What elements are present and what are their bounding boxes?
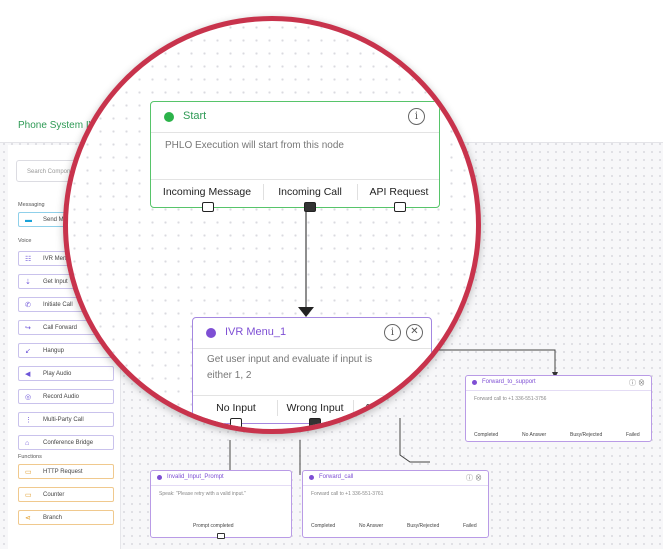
connector-handle-no-input[interactable] [230,418,242,428]
port-incoming-message[interactable]: Incoming Message [155,180,259,204]
node-invalid-input-prompt[interactable]: Invalid_Input_Prompt Speak: "Please retr… [150,470,292,539]
node-description-line2: either 1, 2 [207,370,252,381]
port-no-input[interactable]: No Input [199,396,273,420]
node-start[interactable]: Start i PHLO Execution will start from t… [150,101,440,212]
port-option-2[interactable]: 2 [386,396,410,420]
node-ivr-menu[interactable]: IVR Menu_1 i ✕ Get user input and evalua… [192,317,432,428]
connector-handle-incoming-call[interactable] [304,202,316,212]
node-description: Forward call to +1 336-551-3761 [311,491,384,497]
node-description: Speak: "Please retry with a valid input.… [159,491,246,497]
info-close-icons[interactable]: ⓘ ⊗ [629,378,645,388]
node-description-line1: Get user input and evaluate if input is [207,354,373,365]
connector-handle-option-2[interactable] [392,418,404,428]
port-failed[interactable]: Failed [626,432,640,438]
node-title: Start [183,110,207,122]
info-icon[interactable]: i [408,108,425,125]
node-forward-call[interactable]: Forward_call ⓘ ⊗ Forward call to +1 336-… [302,470,489,538]
port-no-answer[interactable]: No Answer [522,432,546,438]
connector-handle-incoming-message[interactable] [202,202,214,212]
status-dot [157,475,162,480]
connector-handle-option-1[interactable] [362,418,374,428]
node-title: IVR Menu_1 [225,326,287,338]
port-completed[interactable]: Completed [311,523,335,529]
status-dot [309,475,314,480]
node-forward-to-support[interactable]: Forward_to_support ⓘ ⊗ Forward call to +… [465,375,652,442]
status-dot [164,112,174,122]
port-completed[interactable]: Completed [474,432,498,438]
magnifier-lens: Start i PHLO Execution will start from t… [63,16,481,434]
connector-handle[interactable] [217,533,225,539]
port-wrong-input[interactable]: Wrong Input [279,396,351,420]
port-no-answer[interactable]: No Answer [359,523,383,529]
port-bar: Incoming Message Incoming Call API Reque… [151,179,439,204]
status-dot [206,328,216,338]
node-description: PHLO Execution will start from this node [165,140,344,151]
port-option-1[interactable]: 1 [356,396,380,420]
node-title: Forward_to_support [482,379,536,385]
connector-handle-wrong-input[interactable] [309,418,321,428]
info-close-icons[interactable]: ⓘ ⊗ [466,473,482,483]
node-title: Invalid_Input_Prompt [167,474,224,480]
port-busy-rejected[interactable]: Busy/Rejected [570,432,602,438]
port-incoming-call[interactable]: Incoming Call [267,180,353,204]
node-title: Forward_call [319,474,354,480]
close-icon[interactable]: ✕ [406,324,423,341]
port-bar: No Input Wrong Input 1 2 [193,395,431,420]
port-api-request[interactable]: API Request [361,180,437,204]
port-prompt-completed[interactable]: Prompt completed [193,523,234,529]
node-description: Forward call to +1 336-551-3756 [474,396,547,402]
port-busy-rejected[interactable]: Busy/Rejected [407,523,439,529]
info-icon[interactable]: i [384,324,401,341]
port-failed[interactable]: Failed [463,523,477,529]
connector-handle-api-request[interactable] [394,202,406,212]
